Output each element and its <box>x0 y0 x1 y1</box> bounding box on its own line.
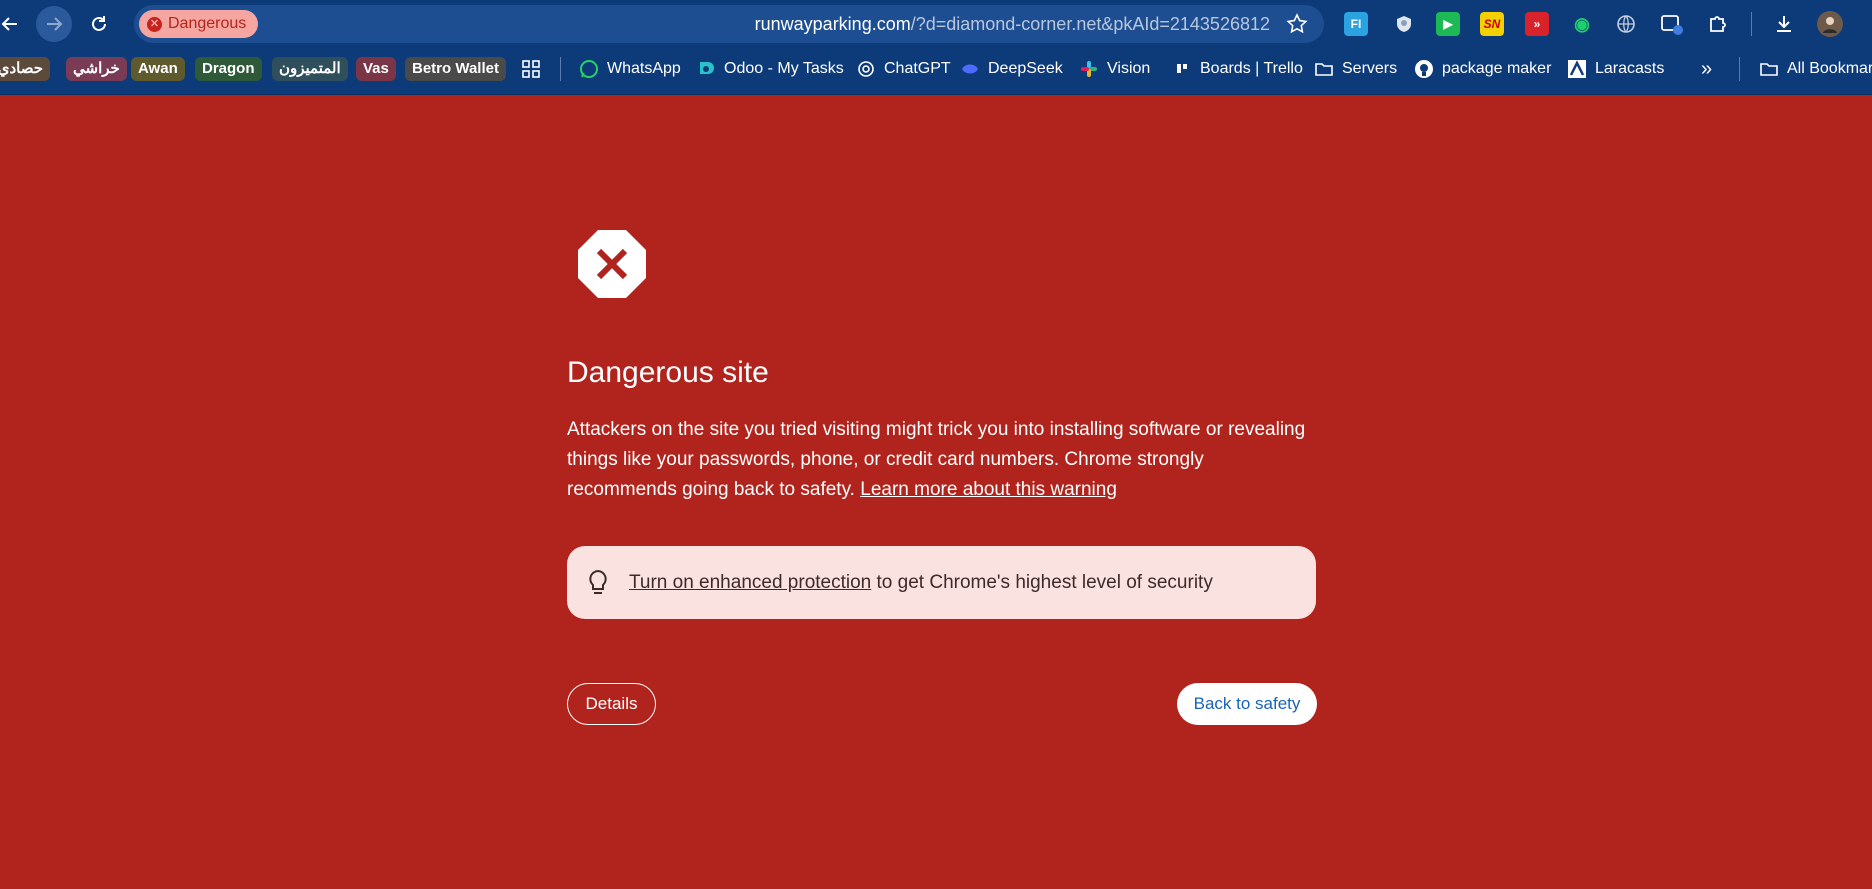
fast-forward-extension-icon[interactable]: » <box>1525 12 1549 36</box>
bookmarks-overflow-button[interactable]: » <box>1701 57 1712 81</box>
bookmark-label: Boards | Trello <box>1200 60 1303 77</box>
bookmark-deepseek[interactable]: DeepSeek <box>960 57 1063 81</box>
back-icon[interactable] <box>0 6 28 42</box>
extensions-puzzle-icon[interactable] <box>1706 12 1730 36</box>
laracasts-icon <box>1567 59 1587 79</box>
chatgpt-icon <box>856 59 876 79</box>
danger-icon: ✕ <box>147 16 162 32</box>
bookmark-vision[interactable]: Vision <box>1079 57 1150 81</box>
bookmark-group-6[interactable]: Vas <box>356 57 396 81</box>
bookmark-odoo[interactable]: Odoo - My Tasks <box>696 57 844 81</box>
address-bar[interactable]: ✕ Dangerous runwayparking.com/?d=diamond… <box>134 5 1324 43</box>
forward-icon[interactable] <box>36 6 72 42</box>
bookmark-package-maker[interactable]: package maker <box>1414 57 1551 81</box>
extension-fi-icon[interactable]: FI <box>1344 12 1368 36</box>
lightbulb-icon <box>589 569 607 594</box>
slack-icon <box>1079 59 1099 79</box>
details-button[interactable]: Details <box>567 683 656 725</box>
bookmarks-bar: حصادي خراشي Awan Dragon المتميزون Vas Be… <box>0 47 1872 95</box>
bookmark-laracasts[interactable]: Laracasts <box>1567 57 1664 81</box>
bookmark-group-3[interactable]: Awan <box>131 57 185 81</box>
all-bookmarks[interactable]: All Bookmarks <box>1759 57 1872 81</box>
tab-groups-extension-icon[interactable] <box>1660 12 1684 36</box>
bookmark-label: Odoo - My Tasks <box>724 60 844 77</box>
warning-description: Attackers on the site you tried visiting… <box>567 415 1317 505</box>
browser-toolbar: ✕ Dangerous runwayparking.com/?d=diamond… <box>0 0 1872 47</box>
enhanced-protection-tip: Turn on enhanced protection to get Chrom… <box>567 546 1316 619</box>
security-chip-label: Dangerous <box>168 15 247 32</box>
bookmark-servers[interactable]: Servers <box>1314 57 1397 81</box>
bookmark-label: WhatsApp <box>607 60 681 77</box>
eye-extension-icon[interactable]: ◉ <box>1570 12 1594 36</box>
odoo-icon <box>696 59 716 79</box>
bookmark-group-5[interactable]: المتميزون <box>272 57 348 81</box>
all-bookmarks-label: All Bookmarks <box>1787 60 1872 77</box>
reload-icon[interactable] <box>81 6 117 42</box>
bookmark-group-1[interactable]: حصادي <box>0 57 50 81</box>
whatsapp-icon <box>579 59 599 79</box>
bookmark-group-2[interactable]: خراشي <box>66 57 127 81</box>
enhanced-protection-link[interactable]: Turn on enhanced protection <box>629 572 871 593</box>
url-path: /?d=diamond-corner.net&pkAId=2143526812 <box>910 14 1270 34</box>
github-icon <box>1414 59 1434 79</box>
back-to-safety-button[interactable]: Back to safety <box>1177 683 1317 725</box>
globe-extension-icon[interactable] <box>1614 12 1638 36</box>
bookmark-label: ChatGPT <box>884 60 951 77</box>
sn-extension-icon[interactable]: SN <box>1480 12 1504 36</box>
bookmark-whatsapp[interactable]: WhatsApp <box>579 57 681 81</box>
shield-extension-icon[interactable] <box>1392 12 1416 36</box>
url-host: runwayparking.com <box>754 14 911 34</box>
bookmark-label: package maker <box>1442 60 1552 77</box>
security-chip[interactable]: ✕ Dangerous <box>139 10 259 38</box>
toolbar-divider <box>1751 12 1752 36</box>
folder-icon <box>1759 59 1779 79</box>
deepseek-icon <box>960 59 980 79</box>
folder-icon <box>1314 59 1334 79</box>
trello-icon <box>1172 59 1192 79</box>
tip-text: Turn on enhanced protection to get Chrom… <box>629 546 1213 619</box>
bookmark-group-7[interactable]: Betro Wallet <box>405 57 506 81</box>
page-title: Dangerous site <box>567 356 769 389</box>
profile-avatar[interactable] <box>1817 11 1843 37</box>
bookmark-trello[interactable]: Boards | Trello <box>1172 57 1303 81</box>
video-extension-icon[interactable]: ▶ <box>1436 12 1460 36</box>
bookmark-label: DeepSeek <box>988 60 1063 77</box>
learn-more-link[interactable]: Learn more about this warning <box>860 479 1117 500</box>
bookmarks-divider <box>560 57 561 81</box>
bookmark-group-4[interactable]: Dragon <box>195 57 262 81</box>
danger-octagon-icon <box>578 230 646 298</box>
apps-grid-icon[interactable] <box>521 57 541 81</box>
tip-rest: to get Chrome's highest level of securit… <box>871 572 1213 593</box>
bookmark-chatgpt[interactable]: ChatGPT <box>856 57 951 81</box>
bookmark-label: Laracasts <box>1595 60 1665 77</box>
bookmark-label: Servers <box>1342 60 1398 77</box>
star-icon[interactable] <box>1286 13 1308 35</box>
download-icon[interactable] <box>1772 12 1796 36</box>
url-text[interactable]: runwayparking.com/?d=diamond-corner.net&… <box>755 5 1270 43</box>
bookmark-label: Vision <box>1107 60 1151 77</box>
bookmarks-divider <box>1739 57 1740 81</box>
